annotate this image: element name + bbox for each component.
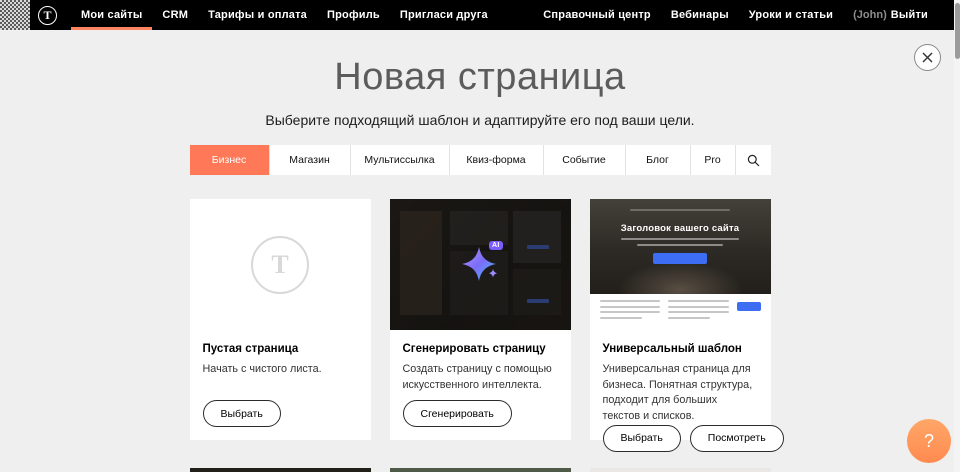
- preview-text-column: [668, 300, 729, 324]
- preview-text-section: [590, 294, 771, 330]
- card-body: Универсальный шаблон Универсальная стран…: [590, 330, 771, 465]
- page-title: Новая страница: [0, 30, 960, 96]
- select-blank-button[interactable]: Выбрать: [203, 400, 281, 427]
- help-button[interactable]: ?: [907, 419, 951, 463]
- universal-template-preview[interactable]: Заголовок вашего сайта: [590, 199, 771, 330]
- screen: T Мои сайты CRM Тарифы и оплата Профиль …: [0, 0, 960, 472]
- topbar-nav-left: Мои сайты CRM Тарифы и оплата Профиль Пр…: [71, 0, 498, 30]
- preview-text-column: [600, 300, 661, 324]
- card-title: Сгенерировать страницу: [403, 343, 558, 355]
- template-card-ai-generate: AI Сгенерировать страницу Создать страни…: [390, 199, 571, 440]
- nav-help-center[interactable]: Справочный центр: [533, 0, 661, 30]
- card-title: Универсальный шаблон: [603, 343, 758, 355]
- nav-profile[interactable]: Профиль: [317, 0, 390, 30]
- tilda-logo-letter: T: [43, 8, 51, 23]
- tilda-watermark-letter: T: [271, 250, 288, 280]
- tab-blog[interactable]: Блог: [625, 145, 690, 175]
- ai-badge: AI: [489, 241, 503, 250]
- nav-crm[interactable]: CRM: [152, 0, 198, 30]
- tab-store[interactable]: Магазин: [269, 145, 350, 175]
- scrollbar[interactable]: [954, 0, 960, 472]
- transparency-checker: [0, 0, 30, 30]
- card-actions: Выбрать: [203, 400, 358, 427]
- template-card-partial[interactable]: [390, 468, 571, 472]
- tab-quiz-form[interactable]: Квиз-форма: [449, 145, 543, 175]
- ai-template-preview[interactable]: AI: [390, 199, 571, 330]
- account-name: (John): [853, 9, 887, 21]
- template-card-partial[interactable]: [190, 468, 371, 472]
- template-card-blank: T Пустая страница Начать с чистого листа…: [190, 199, 371, 440]
- card-description: Начать с чистого листа.: [203, 362, 358, 378]
- preview-text-line: [637, 244, 723, 246]
- close-icon: [922, 52, 933, 63]
- card-actions: Сгенерировать: [403, 400, 558, 427]
- template-tabs: Бизнес Магазин Мультиссылка Квиз-форма С…: [190, 145, 771, 175]
- select-universal-button[interactable]: Выбрать: [603, 425, 681, 452]
- tab-pro[interactable]: Pro: [690, 145, 735, 175]
- card-actions: Выбрать Посмотреть: [603, 425, 758, 452]
- page-subtitle: Выберите подходящий шаблон и адаптируйте…: [0, 112, 960, 128]
- nav-webinars[interactable]: Вебинары: [661, 0, 739, 30]
- tab-event[interactable]: Событие: [543, 145, 625, 175]
- preview-hero: Заголовок вашего сайта: [590, 199, 771, 294]
- card-description: Создать страницу с помощью искусственног…: [403, 362, 558, 393]
- tilda-logo-icon[interactable]: T: [38, 6, 57, 25]
- preview-cta-button: [653, 253, 707, 264]
- scrollbar-thumb[interactable]: [955, 3, 960, 59]
- tab-business[interactable]: Бизнес: [190, 145, 269, 175]
- preview-text-line: [621, 238, 739, 240]
- search-icon: [747, 154, 760, 167]
- tab-multilink[interactable]: Мультиссылка: [350, 145, 449, 175]
- template-card-partial[interactable]: [590, 468, 771, 472]
- blank-template-preview[interactable]: T: [190, 199, 371, 330]
- view-universal-button[interactable]: Посмотреть: [690, 425, 784, 452]
- close-button[interactable]: [914, 44, 941, 71]
- topbar-nav-right: Справочный центр Вебинары Уроки и статьи…: [533, 0, 938, 30]
- template-cards: T Пустая страница Начать с чистого листа…: [190, 199, 771, 440]
- card-body: Пустая страница Начать с чистого листа. …: [190, 330, 371, 440]
- logout-link[interactable]: Выйти: [887, 9, 938, 21]
- new-page-modal: Новая страница Выберите подходящий шабло…: [0, 30, 960, 472]
- nav-plans-billing[interactable]: Тарифы и оплата: [198, 0, 317, 30]
- topbar: T Мои сайты CRM Тарифы и оплата Профиль …: [0, 0, 960, 30]
- card-title: Пустая страница: [203, 343, 358, 355]
- tilda-watermark-icon: T: [251, 236, 309, 294]
- template-card-universal: Заголовок вашего сайта: [590, 199, 771, 440]
- next-row-partial: [190, 468, 771, 472]
- tab-search[interactable]: [735, 145, 771, 175]
- preview-nav-bar: [630, 209, 730, 211]
- nav-my-sites[interactable]: Мои сайты: [71, 0, 152, 30]
- preview-small-button: [737, 302, 761, 311]
- preview-heading: Заголовок вашего сайта: [621, 223, 740, 234]
- generate-button[interactable]: Сгенерировать: [403, 400, 512, 427]
- card-body: Сгенерировать страницу Создать страницу …: [390, 330, 571, 440]
- nav-invite-friend[interactable]: Пригласи друга: [390, 0, 498, 30]
- card-description: Универсальная страница для бизнеса. Поня…: [603, 362, 758, 425]
- account-group: (John) Выйти: [843, 0, 938, 30]
- nav-lessons-articles[interactable]: Уроки и статьи: [739, 0, 843, 30]
